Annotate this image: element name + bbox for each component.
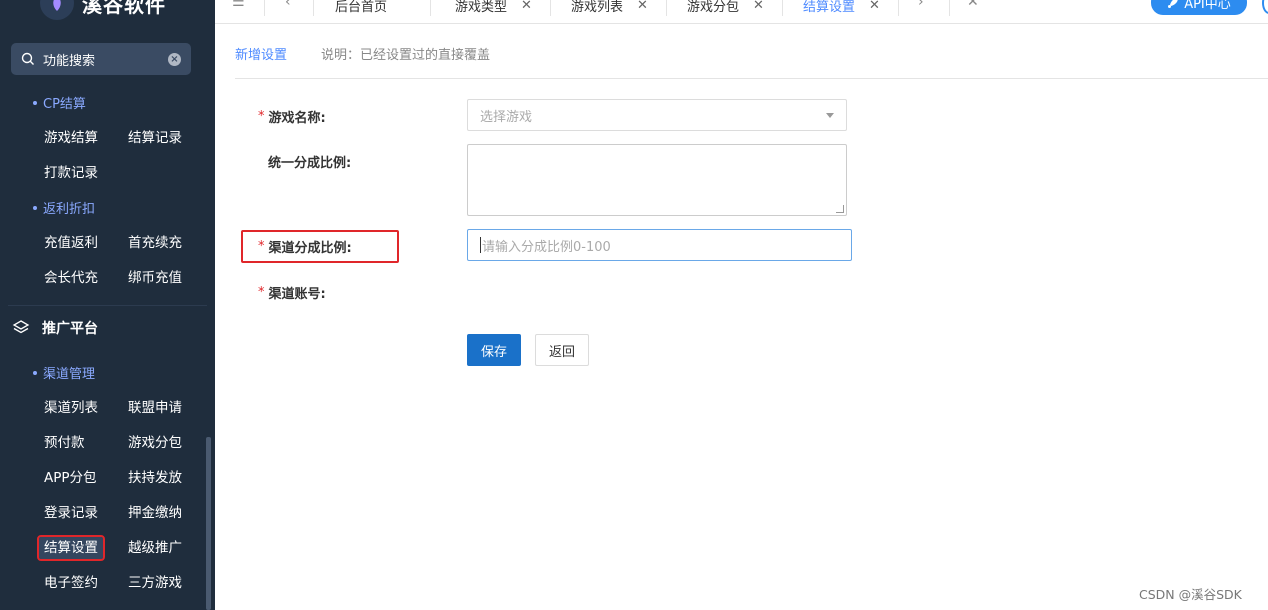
close-all-icon[interactable]: ✕	[967, 0, 979, 10]
resize-handle-icon[interactable]	[836, 205, 844, 213]
back-button[interactable]: 返回	[535, 334, 589, 366]
section-promotion-platform[interactable]: 推广平台	[12, 318, 98, 338]
game-select-placeholder: 选择游戏	[480, 109, 533, 125]
logo-mark-icon	[40, 0, 74, 20]
close-icon[interactable]: ✕	[753, 0, 764, 13]
brand-name: 溪谷软件	[82, 0, 166, 17]
brand-logo[interactable]: 溪谷软件	[40, 0, 166, 20]
tab-label: 游戏分包	[687, 0, 740, 15]
bullet-icon	[33, 100, 37, 105]
text-cursor	[480, 237, 481, 253]
label-text: 渠道分成比例:	[268, 241, 352, 256]
menu-item-login-records[interactable]: 登录记录	[44, 502, 98, 524]
api-center-label: API中心	[1184, 0, 1231, 12]
menu-item-deposit-payment[interactable]: 押金缴纳	[128, 502, 182, 524]
tab-game-package[interactable]: 游戏分包 ✕	[687, 0, 764, 18]
tab-game-list[interactable]: 游戏列表 ✕	[571, 0, 648, 18]
sidebar-scrollbar[interactable]	[206, 437, 211, 610]
function-search[interactable]: 功能搜索 ×	[11, 43, 191, 75]
content-divider	[235, 78, 1268, 79]
menu-item-payment-records[interactable]: 打款记录	[44, 162, 98, 184]
menu-item-channel-list[interactable]: 渠道列表	[44, 397, 98, 419]
tab-settlement-settings[interactable]: 结算设置 ✕	[803, 0, 880, 18]
menu-item-third-party-games[interactable]: 三方游戏	[128, 572, 182, 594]
clear-icon[interactable]: ×	[168, 52, 181, 66]
tab-label: 游戏列表	[571, 0, 624, 15]
tab-separator	[666, 0, 667, 16]
tab-separator	[313, 0, 314, 16]
rocket-icon	[1168, 0, 1178, 8]
unified-ratio-textarea[interactable]	[467, 144, 847, 216]
tab-home[interactable]: 后台首页	[335, 0, 387, 18]
group-cp-settlement[interactable]: CP结算	[33, 93, 86, 112]
chevron-right-icon[interactable]: ›	[918, 0, 924, 10]
tab-label: 后台首页	[335, 0, 388, 15]
tab-separator	[949, 0, 950, 16]
tab-separator	[550, 0, 551, 16]
search-icon	[21, 52, 34, 65]
search-placeholder: 功能搜索	[43, 53, 96, 69]
menu-toggle-icon[interactable]: ☰	[232, 0, 245, 10]
label-text: 渠道账号:	[268, 287, 326, 302]
menu-item-support-release[interactable]: 扶持发放	[128, 467, 182, 489]
close-icon[interactable]: ✕	[869, 0, 880, 13]
menu-item-settlement-records[interactable]: 结算记录	[128, 127, 182, 149]
subtab-note: 说明：已经设置过的直接覆盖	[321, 48, 491, 63]
required-asterisk: *	[258, 239, 265, 254]
tab-separator	[430, 0, 431, 16]
group-label: 渠道管理	[43, 367, 96, 382]
group-rebate[interactable]: 返利折扣	[33, 198, 95, 217]
tab-separator	[782, 0, 783, 16]
required-asterisk: *	[258, 109, 265, 124]
watermark: CSDN @溪谷SDK	[1139, 587, 1242, 602]
menu-item-settlement-settings[interactable]: 结算设置	[37, 535, 105, 561]
menu-item-e-signature[interactable]: 电子签约	[44, 572, 98, 594]
close-icon[interactable]: ✕	[637, 0, 648, 13]
chevron-left-icon[interactable]: ‹	[285, 0, 291, 10]
subtab-add-settings[interactable]: 新增设置	[235, 44, 287, 63]
tab-bar: ☰ ‹ 后台首页 游戏类型 ✕ 游戏列表 ✕ 游戏分包 ✕ 结算设置 ✕ › ✕…	[215, 0, 1268, 24]
save-button[interactable]: 保存	[467, 334, 521, 366]
unified-ratio-label: 统一分成比例:	[268, 152, 351, 171]
menu-item-bound-coin[interactable]: 绑币充值	[128, 267, 182, 289]
close-icon[interactable]: ✕	[521, 0, 532, 13]
channel-ratio-placeholder: 请输入分成比例0-100	[482, 239, 611, 255]
game-select[interactable]: 选择游戏	[467, 99, 847, 131]
menu-item-alliance-apply[interactable]: 联盟申请	[128, 397, 182, 419]
menu-item-skip-level-promotion[interactable]: 越级推广	[128, 537, 182, 559]
sidebar-divider	[8, 305, 207, 306]
required-asterisk: *	[258, 285, 265, 300]
label-text: 统一分成比例:	[268, 156, 352, 171]
label-text: 游戏名称:	[268, 111, 326, 126]
menu-item-leader-recharge[interactable]: 会长代充	[44, 267, 98, 289]
user-avatar-icon[interactable]	[1262, 0, 1268, 14]
section-label: 推广平台	[42, 321, 98, 337]
tab-game-type[interactable]: 游戏类型 ✕	[455, 0, 532, 18]
menu-item-game-settlement[interactable]: 游戏结算	[44, 127, 98, 149]
bullet-icon	[33, 370, 37, 375]
tab-separator	[264, 0, 265, 16]
channel-account-label: * 渠道账号:	[258, 283, 326, 302]
caret-down-icon	[826, 112, 834, 118]
group-label: 返利折扣	[43, 202, 96, 217]
game-name-label: * 游戏名称:	[258, 107, 326, 126]
menu-item-prepayment[interactable]: 预付款	[44, 432, 85, 454]
group-channel-management[interactable]: 渠道管理	[33, 363, 95, 382]
channel-ratio-label: * 渠道分成比例:	[258, 237, 352, 256]
sub-tabs: 新增设置 说明：已经设置过的直接覆盖	[235, 44, 490, 63]
sidebar: 溪谷软件 功能搜索 × CP结算 游戏结算 结算记录 打款记录 返利折扣 充值返…	[0, 0, 215, 610]
channel-ratio-input[interactable]: 请输入分成比例0-100	[467, 229, 852, 261]
menu-item-recharge-rebate[interactable]: 充值返利	[44, 232, 98, 254]
menu-item-first-recharge[interactable]: 首充续充	[128, 232, 182, 254]
menu-item-game-package[interactable]: 游戏分包	[128, 432, 182, 454]
group-label: CP结算	[43, 97, 86, 112]
tab-label: 结算设置	[803, 0, 856, 15]
tab-separator	[898, 0, 899, 16]
layers-icon	[12, 320, 30, 334]
api-center-button[interactable]: API中心	[1151, 0, 1247, 15]
menu-item-app-package[interactable]: APP分包	[44, 467, 97, 489]
bullet-icon	[33, 205, 37, 210]
tab-label: 游戏类型	[455, 0, 508, 15]
